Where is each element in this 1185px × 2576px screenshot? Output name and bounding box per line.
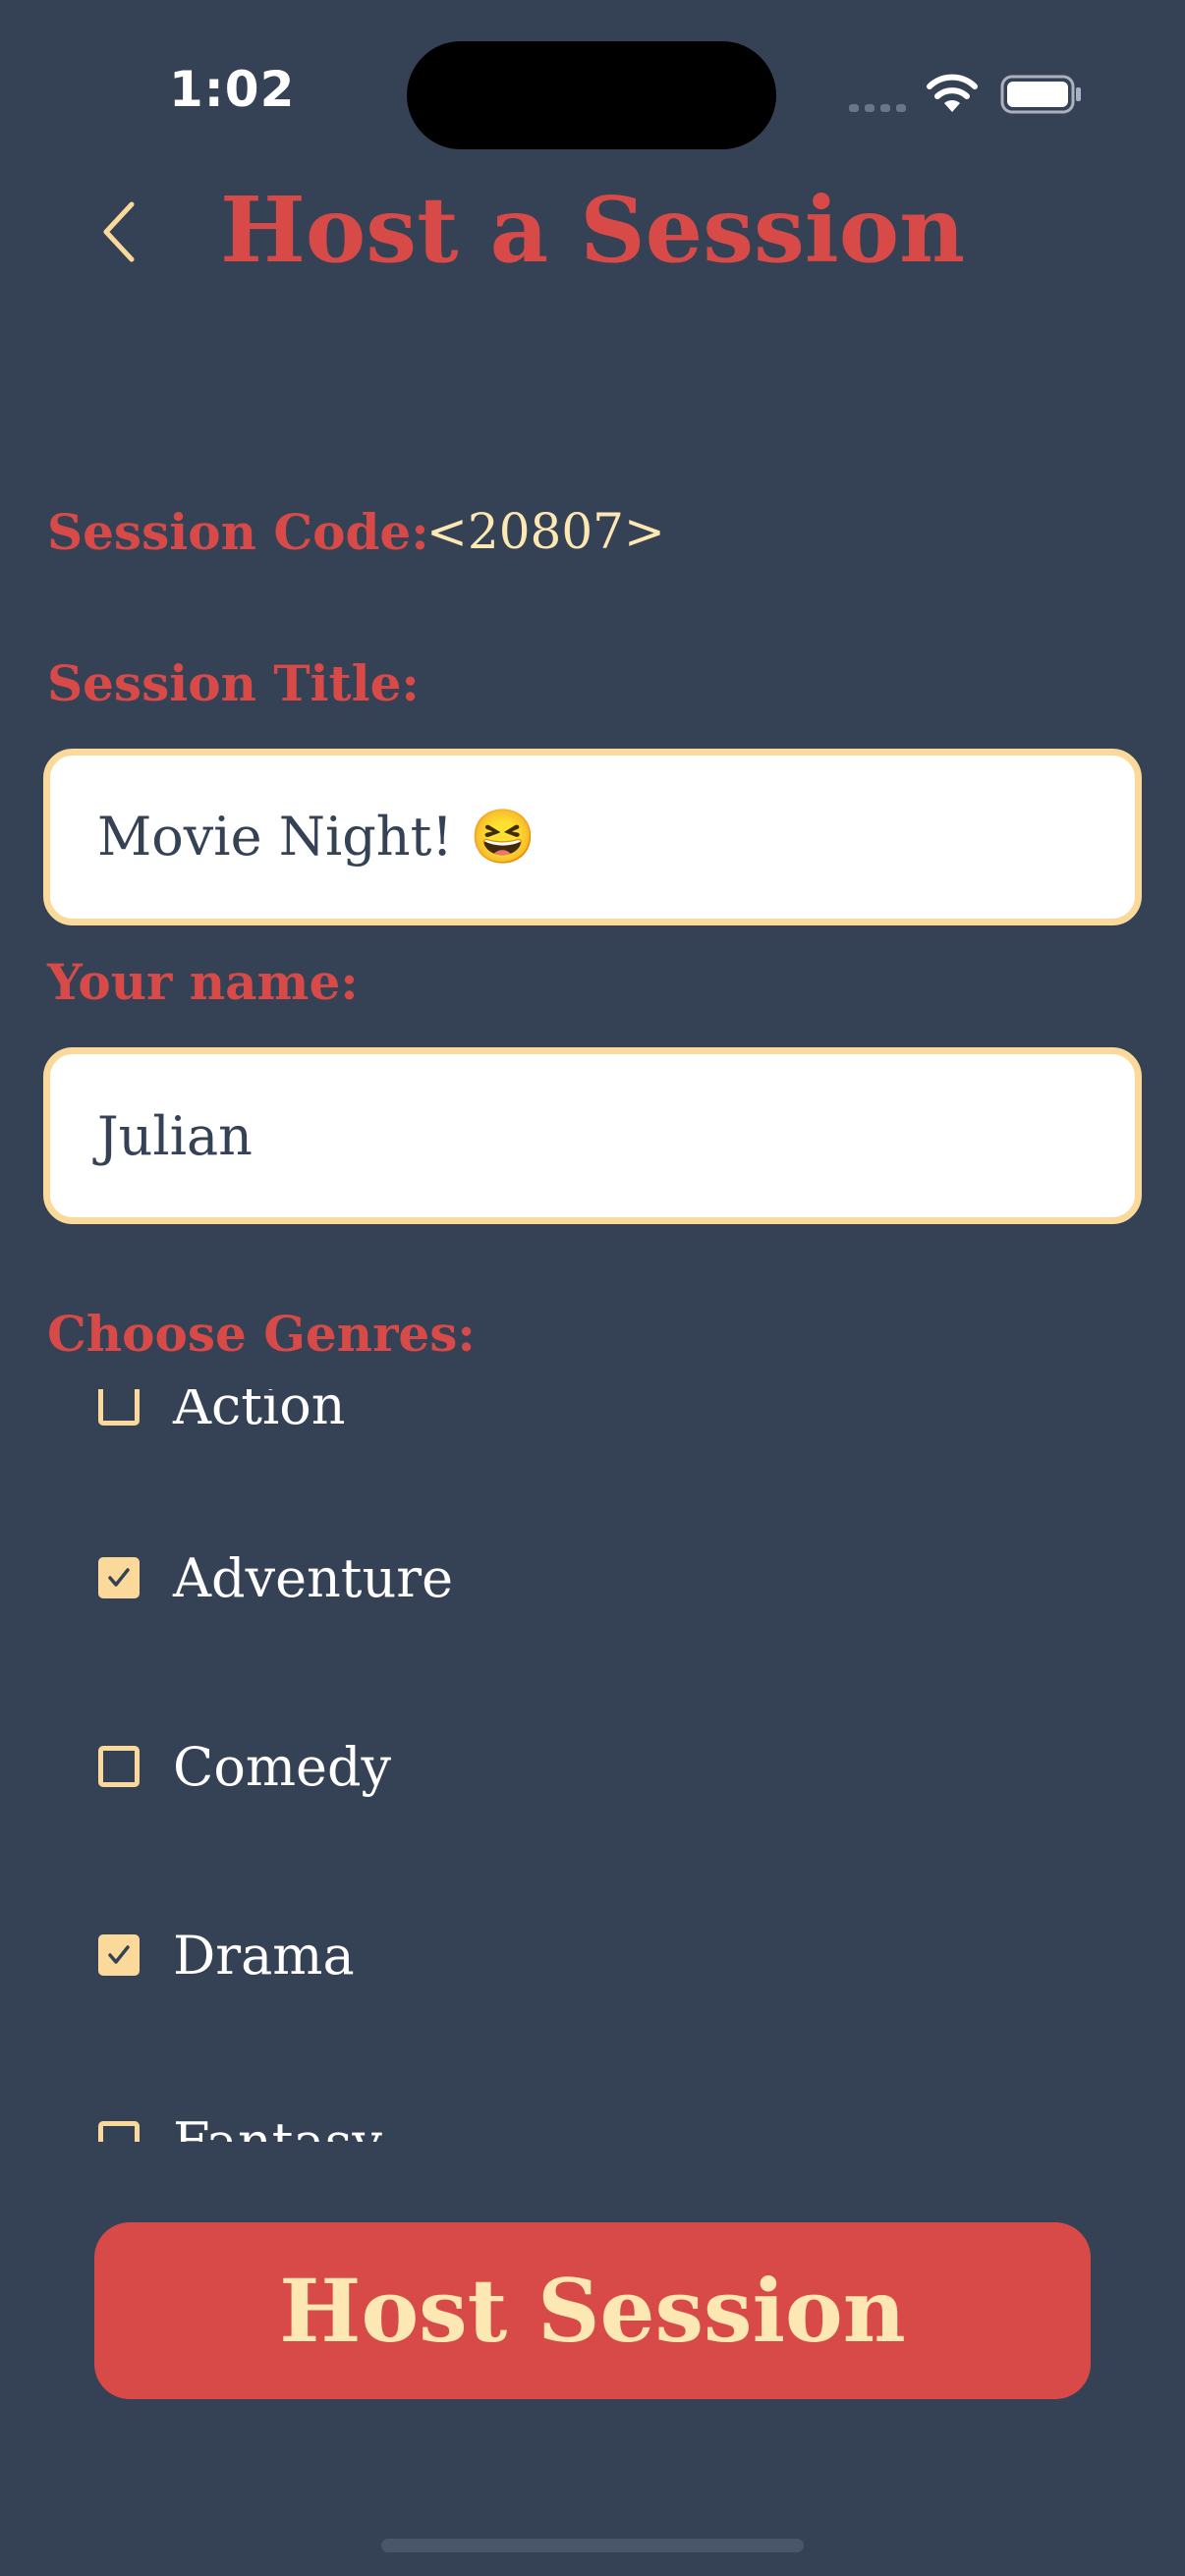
- genre-label: Adventure: [173, 1546, 454, 1609]
- checkmark-icon: [108, 1568, 130, 1587]
- host-session-button[interactable]: Host Session: [94, 2222, 1091, 2399]
- genre-label: Fantasy: [173, 2110, 382, 2143]
- genre-item-adventure[interactable]: Adventure: [98, 1539, 453, 1617]
- genre-item-drama[interactable]: Drama: [98, 1916, 355, 1994]
- page-title: Host a Session: [219, 177, 965, 283]
- checkbox-unchecked-icon[interactable]: [98, 1389, 140, 1426]
- host-session-screen: 1:02 Host a Session Session Code: <20807…: [0, 0, 1185, 2576]
- checkbox-checked-icon[interactable]: [98, 1557, 140, 1598]
- genre-item-action[interactable]: Action: [98, 1389, 346, 1444]
- genre-item-fantasy[interactable]: Fantasy: [98, 2102, 382, 2142]
- choose-genres-label: Choose Genres:: [47, 1305, 476, 1363]
- checkbox-unchecked-icon[interactable]: [98, 1746, 140, 1787]
- session-code-label: Session Code:: [47, 503, 429, 561]
- checkmark-icon: [108, 1945, 130, 1964]
- dynamic-island: [407, 41, 776, 149]
- your-name-field[interactable]: Julian: [43, 1047, 1142, 1224]
- checkbox-checked-icon[interactable]: [98, 1934, 140, 1976]
- genre-list[interactable]: Action Adventure Comedy Drama Fantasy: [0, 1389, 1185, 2142]
- genre-label: Drama: [173, 1924, 355, 1987]
- wifi-icon: [927, 74, 978, 112]
- genre-label: Comedy: [173, 1735, 392, 1798]
- session-title-value: Movie Night! 😆: [97, 806, 536, 868]
- status-time: 1:02: [169, 61, 296, 118]
- battery-icon: [1000, 75, 1081, 114]
- home-indicator: [381, 2539, 804, 2552]
- session-title-field[interactable]: Movie Night! 😆: [43, 749, 1142, 925]
- your-name-label: Your name:: [47, 953, 359, 1011]
- genre-item-comedy[interactable]: Comedy: [98, 1727, 391, 1806]
- cellular-signal-icon: [849, 104, 906, 112]
- your-name-value: Julian: [97, 1104, 253, 1167]
- session-code-value: <20807>: [426, 503, 665, 560]
- checkbox-unchecked-icon[interactable]: [98, 2121, 140, 2142]
- session-title-label: Session Title:: [47, 654, 420, 712]
- genre-label: Action: [173, 1389, 346, 1436]
